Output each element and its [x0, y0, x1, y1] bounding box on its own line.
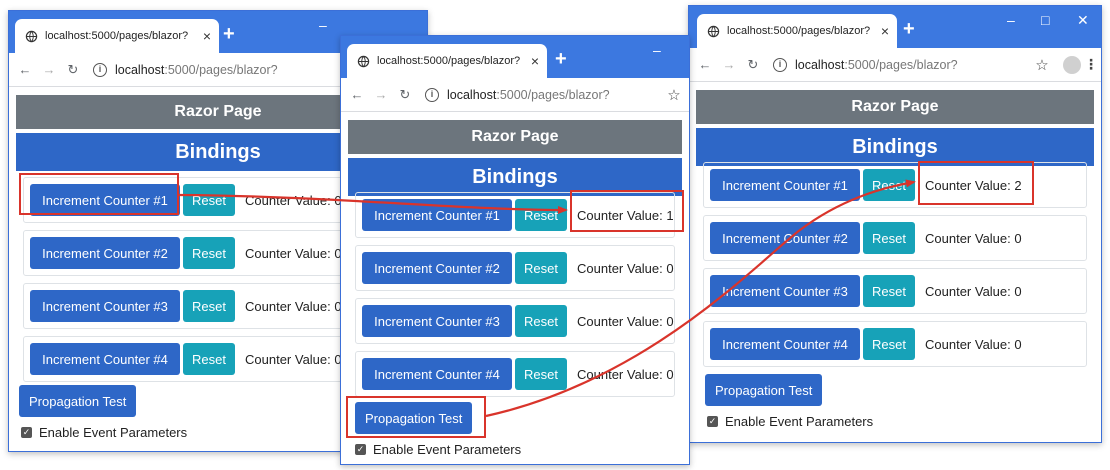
arrow-propagation-to-value — [485, 179, 916, 418]
arrow-increment-to-value — [178, 193, 568, 214]
annotation-arrows — [178, 179, 916, 418]
